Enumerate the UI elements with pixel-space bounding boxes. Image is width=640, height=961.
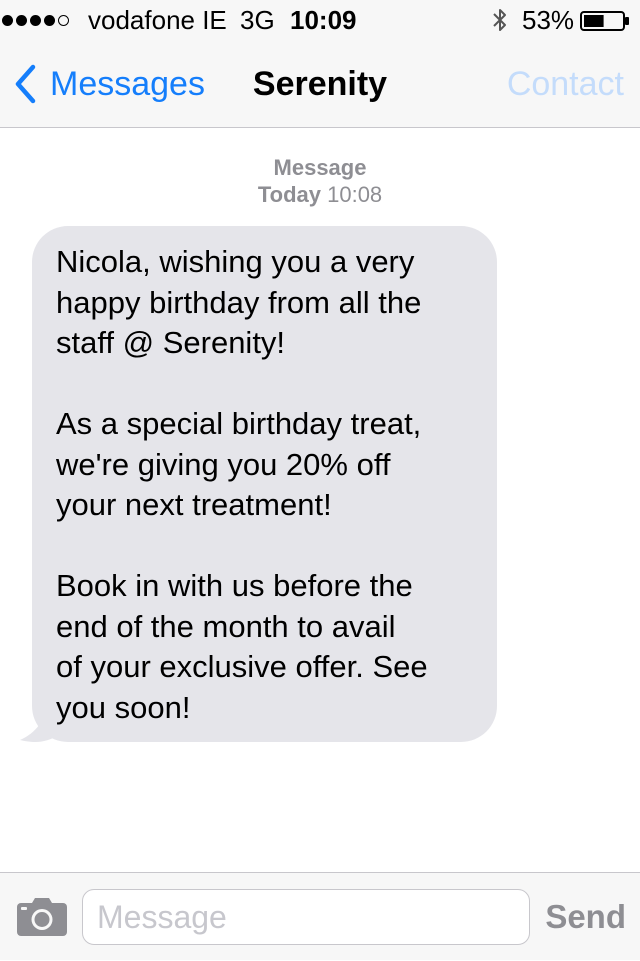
message-timestamp: Message Today 10:08 — [0, 154, 640, 208]
chevron-left-icon — [15, 64, 36, 104]
message-input-bar: Send — [0, 872, 640, 960]
camera-icon[interactable] — [16, 897, 68, 937]
timestamp-label: Message — [273, 155, 367, 180]
carrier-name: vodafone IE — [88, 5, 227, 35]
status-bar: vodafone IE 3G 10:09 53% — [0, 0, 640, 40]
message-input[interactable] — [82, 889, 530, 945]
battery-icon — [580, 11, 629, 31]
contact-button[interactable]: Contact — [507, 40, 624, 128]
incoming-message-bubble: Nicola, wishing you a very happy birthda… — [32, 226, 497, 742]
network-type: 3G — [240, 5, 275, 35]
timestamp-day: Today — [257, 182, 321, 207]
bluetooth-icon — [493, 9, 506, 31]
battery-percent: 53% — [522, 5, 575, 35]
back-button[interactable]: Messages — [14, 40, 205, 128]
navigation-bar: Messages Serenity Contact — [0, 40, 640, 128]
timestamp-datetime: Today 10:08 — [0, 181, 640, 208]
back-button-label: Messages — [50, 64, 205, 103]
send-button[interactable]: Send — [545, 873, 626, 961]
signal-strength-icon — [2, 0, 69, 40]
timestamp-time: 10:08 — [327, 182, 383, 207]
status-time: 10:09 — [290, 5, 357, 35]
